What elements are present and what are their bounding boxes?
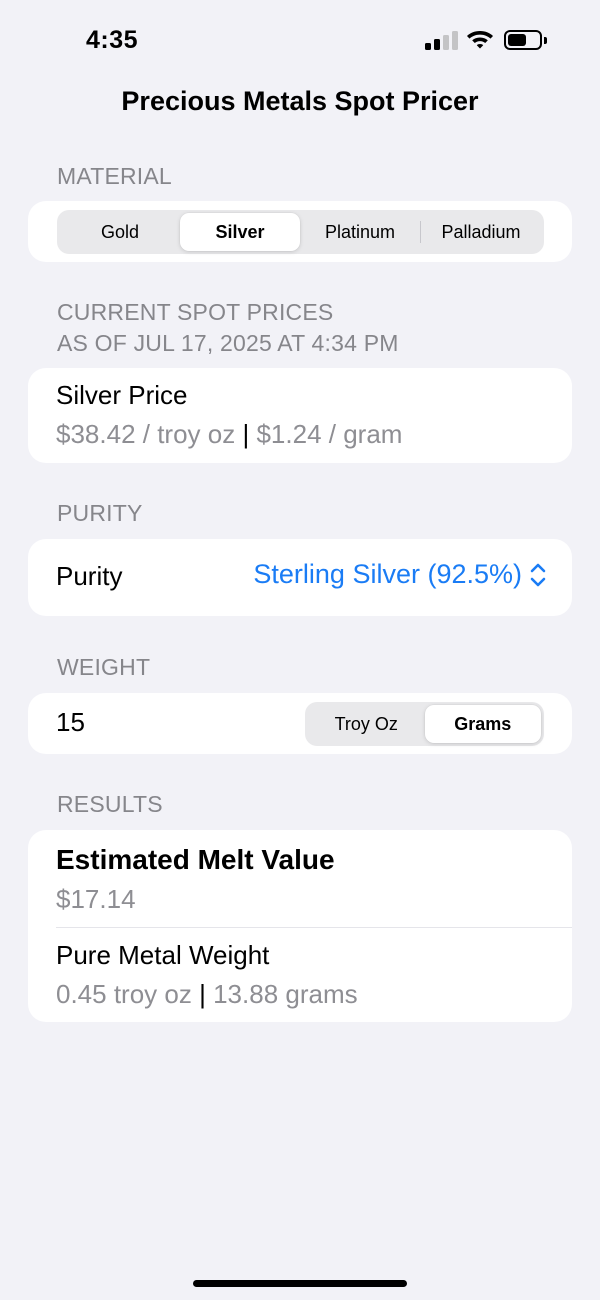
weight-unit-segmented-control: Troy Oz Grams [305,702,544,746]
material-card: Gold Silver Platinum Palladium [28,201,572,262]
separator: | [199,979,206,1009]
spot-price-card: Silver Price $38.42 / troy oz | $1.24 / … [28,368,572,463]
purity-value: Sterling Silver (92.5%) [253,559,522,589]
spot-price-per-gram: $1.24 / gram [256,419,403,449]
unit-option-grams[interactable]: Grams [424,705,541,743]
material-option-platinum[interactable]: Platinum [300,213,420,251]
spot-section-header: CURRENT SPOT PRICES [57,299,334,325]
separator: | [242,419,250,449]
spot-timestamp: AS OF JUL 17, 2025 AT 4:34 PM [57,330,399,356]
results-section-header: RESULTS [57,791,163,817]
pure-weight-oz: 0.45 troy oz [56,979,192,1009]
pure-weight-label: Pure Metal Weight [56,940,270,970]
melt-value: $17.14 [56,884,136,914]
purity-card: Purity Sterling Silver (92.5%) [28,539,572,616]
page-title: Precious Metals Spot Pricer [121,86,479,116]
unit-option-troy-oz[interactable]: Troy Oz [308,705,425,743]
home-indicator[interactable] [193,1280,407,1287]
spot-price-label: Silver Price [56,380,188,410]
purity-label: Purity [56,561,123,591]
weight-section-header: WEIGHT [57,654,151,680]
melt-value-label: Estimated Melt Value [56,844,335,875]
purity-picker[interactable]: Sterling Silver (92.5%) [253,559,546,590]
status-time: 4:35 [86,26,139,54]
chevron-up-down-icon [530,563,546,586]
pure-weight-values: 0.45 troy oz | 13.88 grams [56,979,358,1010]
row-divider [56,927,572,928]
weight-card: 15 Troy Oz Grams [28,693,572,754]
purity-section-header: PURITY [57,500,143,526]
cellular-signal-icon [425,30,459,50]
material-segmented-control: Gold Silver Platinum Palladium [57,210,544,254]
material-option-gold[interactable]: Gold [60,213,180,251]
material-option-palladium[interactable]: Palladium [421,213,541,251]
spot-price-values: $38.42 / troy oz | $1.24 / gram [56,419,402,450]
battery-icon [504,30,548,50]
material-section-header: MATERIAL [57,163,172,189]
wifi-icon [467,31,493,49]
material-option-silver[interactable]: Silver [180,213,300,251]
pure-weight-grams: 13.88 grams [213,979,358,1009]
weight-input[interactable]: 15 [56,707,85,738]
results-card: Estimated Melt Value $17.14 Pure Metal W… [28,830,572,1022]
spot-price-per-oz: $38.42 / troy oz [56,419,236,449]
status-bar: 4:35 [0,0,600,80]
